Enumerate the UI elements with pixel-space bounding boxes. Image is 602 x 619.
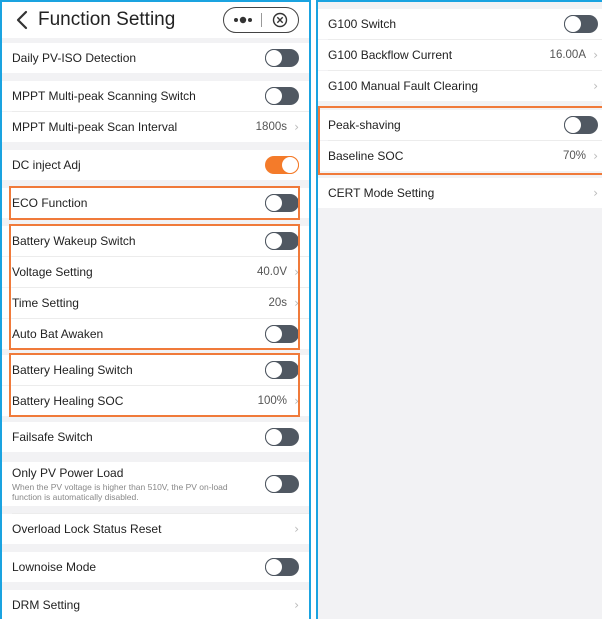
row-value: 100%	[257, 395, 287, 407]
row-overload-reset[interactable]: Overload Lock Status Reset ›	[2, 514, 309, 544]
peak-shaving-toggle[interactable]	[564, 116, 598, 134]
row-mppt-switch[interactable]: MPPT Multi-peak Scanning Switch	[2, 81, 309, 111]
chevron-right-icon: ›	[294, 265, 299, 279]
row-value: 20s	[268, 297, 287, 309]
row-label: Lownoise Mode	[12, 560, 97, 574]
chevron-right-icon: ›	[593, 186, 598, 200]
failsafe-toggle[interactable]	[265, 428, 299, 446]
left-phone-screen: Function Setting Daily PV-ISO Detection …	[0, 0, 311, 619]
chevron-right-icon: ›	[294, 120, 299, 134]
row-text: Only PV Power Load When the PV voltage i…	[12, 466, 265, 502]
row-drm-setting[interactable]: DRM Setting ›	[2, 590, 309, 619]
eco-function-toggle[interactable]	[265, 194, 299, 212]
row-eco-function[interactable]: ECO Function	[2, 188, 309, 218]
row-label: Battery Wakeup Switch	[12, 234, 136, 248]
row-label: Peak-shaving	[328, 118, 401, 132]
row-label: CERT Mode Setting	[328, 186, 435, 200]
row-label: DRM Setting	[12, 598, 81, 612]
row-mppt-interval[interactable]: MPPT Multi-peak Scan Interval 1800s ›	[2, 112, 309, 142]
row-daily-pv-iso[interactable]: Daily PV-ISO Detection	[2, 43, 309, 73]
close-icon[interactable]	[262, 12, 298, 28]
mini-program-capsule	[223, 7, 299, 33]
row-only-pv-power-load[interactable]: Only PV Power Load When the PV voltage i…	[2, 462, 309, 506]
row-label: Time Setting	[12, 296, 79, 310]
row-battery-healing[interactable]: Battery Healing Switch	[2, 355, 309, 385]
auto-bat-awaken-toggle[interactable]	[265, 325, 299, 343]
mppt-scanning-toggle[interactable]	[265, 87, 299, 105]
row-label: ECO Function	[12, 196, 88, 210]
row-g100-fault-clearing[interactable]: G100 Manual Fault Clearing ›	[318, 71, 602, 101]
row-label: Battery Healing Switch	[12, 363, 133, 377]
row-label: Failsafe Switch	[12, 430, 93, 444]
dc-inject-toggle[interactable]	[265, 156, 299, 174]
row-label: DC inject Adj	[12, 158, 81, 172]
row-auto-bat-awaken[interactable]: Auto Bat Awaken	[2, 319, 309, 349]
battery-wakeup-toggle[interactable]	[265, 232, 299, 250]
row-value: 40.0V	[256, 266, 287, 278]
chevron-right-icon: ›	[294, 522, 299, 536]
lownoise-toggle[interactable]	[265, 558, 299, 576]
row-battery-healing-soc[interactable]: Battery Healing SOC 100% ›	[2, 386, 309, 416]
row-label: Only PV Power Load	[12, 466, 124, 480]
row-g100-backflow[interactable]: G100 Backflow Current 16.00A ›	[318, 40, 602, 70]
row-cert-mode[interactable]: CERT Mode Setting ›	[318, 178, 602, 208]
row-battery-wakeup[interactable]: Battery Wakeup Switch	[2, 226, 309, 256]
row-dc-inject[interactable]: DC inject Adj	[2, 150, 309, 180]
row-label: G100 Switch	[328, 17, 397, 31]
row-g100-switch[interactable]: G100 Switch	[318, 9, 602, 39]
more-options-icon[interactable]	[224, 16, 261, 24]
row-label: MPPT Multi-peak Scan Interval	[12, 120, 178, 134]
row-label: Baseline SOC	[328, 149, 404, 163]
row-value: 16.00A	[549, 49, 586, 61]
chevron-right-icon: ›	[294, 296, 299, 310]
header-bar: Function Setting	[2, 2, 309, 38]
battery-healing-toggle[interactable]	[265, 361, 299, 379]
g100-switch-toggle[interactable]	[564, 15, 598, 33]
chevron-right-icon: ›	[294, 394, 299, 408]
back-chevron-icon[interactable]	[10, 2, 34, 38]
row-label: Daily PV-ISO Detection	[12, 51, 137, 65]
page-title: Function Setting	[38, 9, 176, 30]
row-time-setting[interactable]: Time Setting 20s ›	[2, 288, 309, 318]
row-label: MPPT Multi-peak Scanning Switch	[12, 89, 196, 103]
only-pv-load-toggle[interactable]	[265, 475, 299, 493]
pv-iso-toggle[interactable]	[265, 49, 299, 67]
row-peak-shaving[interactable]: Peak-shaving	[318, 110, 602, 140]
row-voltage-setting[interactable]: Voltage Setting 40.0V ›	[2, 257, 309, 287]
row-label: Overload Lock Status Reset	[12, 522, 162, 536]
row-label: Battery Healing SOC	[12, 394, 124, 408]
row-value: 1800s	[255, 121, 287, 133]
row-label: G100 Backflow Current	[328, 48, 453, 62]
row-baseline-soc[interactable]: Baseline SOC 70% ›	[318, 141, 602, 171]
row-label: Voltage Setting	[12, 265, 93, 279]
row-lownoise[interactable]: Lownoise Mode	[2, 552, 309, 582]
row-description: When the PV voltage is higher than 510V,…	[12, 482, 228, 502]
right-phone-screen: G100 Switch G100 Backflow Current 16.00A…	[316, 0, 602, 619]
row-label: Auto Bat Awaken	[12, 327, 104, 341]
row-failsafe[interactable]: Failsafe Switch	[2, 422, 309, 452]
chevron-right-icon: ›	[593, 79, 598, 93]
chevron-right-icon: ›	[294, 598, 299, 612]
row-value: 70%	[562, 150, 586, 162]
row-label: G100 Manual Fault Clearing	[328, 79, 479, 93]
chevron-right-icon: ›	[593, 48, 598, 62]
chevron-right-icon: ›	[593, 149, 598, 163]
